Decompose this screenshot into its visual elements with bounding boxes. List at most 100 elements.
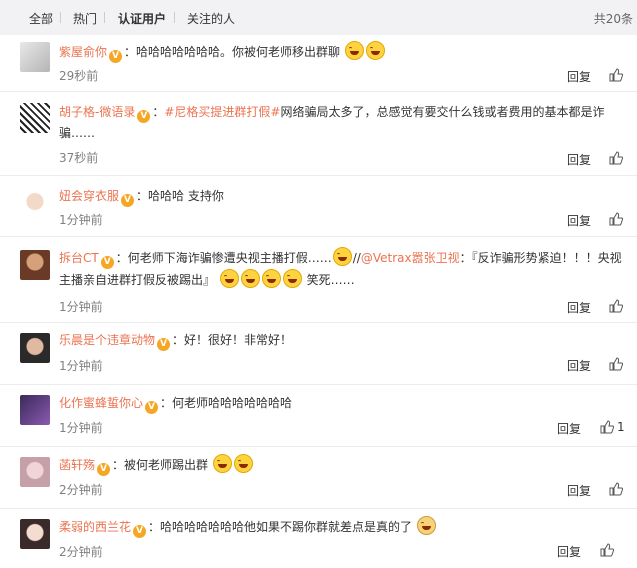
avatar[interactable] bbox=[20, 395, 50, 425]
comment-total-count: 共20条 bbox=[593, 12, 633, 26]
verified-badge-icon: V bbox=[137, 110, 151, 123]
comment-username[interactable]: 柔弱的西兰花 bbox=[59, 520, 131, 534]
thumbs-up-icon[interactable] bbox=[609, 357, 623, 371]
comment-content: 何老师哈哈哈哈哈哈哈 bbox=[172, 396, 293, 410]
comment-text: 菡轩殇 V ：被何老师踢出群 bbox=[59, 454, 629, 476]
verified-badge-icon: V bbox=[157, 338, 171, 351]
tab-verified-users[interactable]: 认证用户 bbox=[118, 10, 166, 27]
like-count: 1 bbox=[617, 420, 625, 434]
comment-time: 2分钟前 bbox=[59, 545, 103, 559]
comment-item: 乐晨是个违章动物 V ：好！很好！非常好！ 1分钟前 回复 bbox=[0, 322, 637, 385]
colon: ： bbox=[152, 105, 165, 119]
avatar[interactable] bbox=[20, 250, 50, 280]
crying-laughing-emoji-icon bbox=[212, 454, 232, 473]
reply-button[interactable]: 回复 bbox=[567, 299, 591, 316]
verified-badge-icon: V bbox=[109, 50, 123, 63]
laughing-emoji-icon bbox=[261, 269, 281, 288]
comment-time: 2分钟前 bbox=[59, 483, 103, 497]
comment-time: 1分钟前 bbox=[59, 213, 103, 227]
reply-button[interactable]: 回复 bbox=[567, 482, 591, 499]
avatar[interactable] bbox=[20, 519, 50, 549]
comment-content: 被何老师踢出群 bbox=[124, 458, 209, 472]
laughing-emoji-icon bbox=[219, 269, 239, 288]
tab-hot[interactable]: 热门 bbox=[73, 10, 97, 27]
avatar[interactable] bbox=[20, 333, 50, 363]
thumbs-up-icon[interactable] bbox=[609, 482, 623, 496]
crying-laughing-emoji-icon bbox=[332, 247, 352, 266]
comment-username[interactable]: 菡轩殇 bbox=[59, 458, 95, 472]
comment-username[interactable]: 妞会穿衣服 bbox=[59, 189, 119, 203]
colon: ： bbox=[115, 251, 128, 265]
avatar[interactable] bbox=[20, 42, 50, 72]
thumbs-up-icon[interactable] bbox=[609, 151, 623, 165]
comment-item: 菡轩殇 V ：被何老师踢出群 2分钟前 回复 bbox=[0, 446, 637, 509]
verified-badge-icon: V bbox=[97, 463, 111, 476]
reply-button[interactable]: 回复 bbox=[557, 420, 581, 437]
comment-filter-tabs: 全部 热门 认证用户 关注的人 共20条 bbox=[0, 0, 637, 35]
comment-username[interactable]: 胡子格-微语录 bbox=[59, 105, 135, 119]
verified-badge-icon: V bbox=[145, 401, 159, 414]
comment-username[interactable]: 乐晨是个违章动物 bbox=[59, 333, 155, 347]
verified-badge-icon: V bbox=[121, 194, 135, 207]
avatar[interactable] bbox=[20, 457, 50, 487]
comment-item: 拆台CT V ：何老师下海诈骗惨遭央视主播打假……//@Vetrax嚣张卫视：『反诈… bbox=[0, 236, 637, 323]
topic-link[interactable]: #尼格买提进群打假# bbox=[164, 105, 280, 119]
thumbs-up-icon[interactable] bbox=[609, 68, 623, 82]
colon: ： bbox=[148, 520, 161, 534]
reply-button[interactable]: 回复 bbox=[567, 151, 591, 168]
comment-item: 胡子格-微语录 V ：#尼格买提进群打假#网络骗局太多了，总感觉有要交什么钱或者费用… bbox=[0, 91, 637, 176]
reply-button[interactable]: 回复 bbox=[567, 212, 591, 229]
thumbs-up-icon[interactable] bbox=[600, 543, 614, 557]
avatar[interactable] bbox=[20, 188, 50, 218]
tab-following[interactable]: 关注的人 bbox=[187, 10, 235, 27]
reply-button[interactable]: 回复 bbox=[567, 357, 591, 374]
reply-button[interactable]: 回复 bbox=[557, 543, 581, 560]
thumbs-up-icon[interactable] bbox=[609, 212, 623, 226]
avatar[interactable] bbox=[20, 103, 50, 133]
thumbs-up-icon[interactable] bbox=[600, 420, 614, 434]
laughing-emoji-icon bbox=[282, 269, 302, 288]
colon: ： bbox=[136, 189, 149, 203]
tab-divider bbox=[174, 12, 175, 23]
comment-text: 妞会穿衣服 V ：哈哈哈 支持你 bbox=[59, 186, 629, 207]
colon: ： bbox=[112, 458, 125, 472]
comment-content: 何老师下海诈骗惨遭央视主播打假…… bbox=[127, 251, 332, 265]
comment-text: 乐晨是个违章动物 V ：好！很好！非常好！ bbox=[59, 330, 629, 351]
tab-divider bbox=[104, 12, 105, 23]
comment-time: 1分钟前 bbox=[59, 421, 103, 435]
comment-item: 紫屋俞你 V ：哈哈哈哈哈哈哈。你被何老师移出群聊 29秒前 回复 bbox=[0, 35, 637, 92]
colon: ： bbox=[124, 45, 137, 59]
tab-divider bbox=[60, 12, 61, 23]
comment-content: 哈哈哈哈哈哈哈他如果不踢你群就差点是真的了 bbox=[160, 520, 413, 534]
comment-item: 柔弱的西兰花 V ：哈哈哈哈哈哈哈他如果不踢你群就差点是真的了 2分钟前 回复 bbox=[0, 508, 637, 568]
comment-content: 好！很好！非常好！ bbox=[184, 333, 293, 347]
comment-content: 哈哈哈 支持你 bbox=[148, 189, 224, 203]
comment-time: 1分钟前 bbox=[59, 300, 103, 314]
cat-emoji-icon bbox=[416, 516, 436, 535]
comment-content: 哈哈哈哈哈哈哈。你被何老师移出群聊 bbox=[136, 45, 341, 59]
comment-text: 化作蜜蜂蜇你心 V ：何老师哈哈哈哈哈哈哈 bbox=[59, 393, 629, 414]
comment-time: 37秒前 bbox=[59, 151, 99, 165]
verified-badge-icon: V bbox=[100, 256, 114, 269]
colon: ： bbox=[160, 396, 173, 410]
comment-text: 紫屋俞你 V ：哈哈哈哈哈哈哈。你被何老师移出群聊 bbox=[59, 41, 629, 63]
mention-link[interactable]: @Vetrax嚣张卫视 bbox=[361, 251, 460, 265]
laughing-emoji-icon bbox=[240, 269, 260, 288]
verified-badge-icon: V bbox=[133, 525, 147, 538]
comment-username[interactable]: 紫屋俞你 bbox=[59, 45, 107, 59]
laughing-emoji-icon bbox=[365, 41, 385, 60]
colon: ： bbox=[172, 333, 185, 347]
tab-all[interactable]: 全部 bbox=[29, 10, 53, 27]
comment-username[interactable]: 拆台CT bbox=[59, 251, 99, 265]
crying-laughing-emoji-icon bbox=[233, 454, 253, 473]
comment-item: 妞会穿衣服 V ：哈哈哈 支持你 1分钟前 回复 bbox=[0, 175, 637, 237]
comment-username[interactable]: 化作蜜蜂蜇你心 bbox=[59, 396, 143, 410]
repost-separator: // bbox=[352, 251, 361, 265]
comment-content: 笑死…… bbox=[306, 273, 355, 287]
comment-item: 化作蜜蜂蜇你心 V ：何老师哈哈哈哈哈哈哈 1分钟前 回复 1 bbox=[0, 384, 637, 447]
comment-text: 胡子格-微语录 V ：#尼格买提进群打假#网络骗局太多了，总感觉有要交什么钱或者费用… bbox=[59, 102, 629, 144]
laughing-emoji-icon bbox=[344, 41, 364, 60]
reply-button[interactable]: 回复 bbox=[567, 68, 591, 85]
thumbs-up-icon[interactable] bbox=[609, 299, 623, 313]
comment-text: 拆台CT V ：何老师下海诈骗惨遭央视主播打假……//@Vetrax嚣张卫视：『反诈… bbox=[59, 247, 629, 291]
